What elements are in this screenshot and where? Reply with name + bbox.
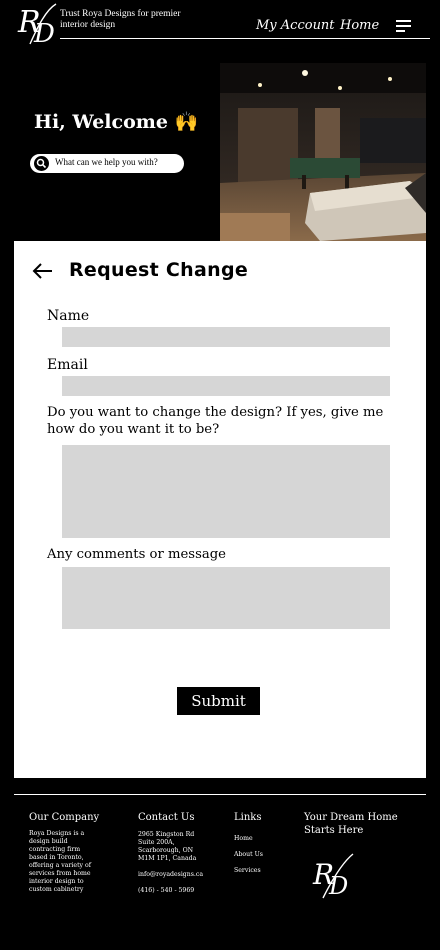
email-field[interactable] <box>62 376 390 396</box>
footer-contact-address: 2965 Kingston Rd Suite 200A, Scarborough, … <box>138 831 197 862</box>
search-bar[interactable]: What can we help you with? <box>30 154 184 173</box>
email-label: Email <box>47 357 88 373</box>
footer-links-heading: Links <box>234 812 262 823</box>
header-divider <box>60 38 430 39</box>
design-change-textarea[interactable] <box>62 445 390 538</box>
footer-dream-line2: Starts Here <box>304 825 364 836</box>
footer-company-heading: Our Company <box>29 812 100 823</box>
footer-contact-email[interactable]: info@royadesigns.ca <box>138 871 203 879</box>
name-label: Name <box>47 308 90 324</box>
footer-company-text: Roya Designs is a design build contracting… <box>29 830 92 893</box>
nav-home-link[interactable]: Home <box>340 18 379 33</box>
brand-logo[interactable]: R D <box>16 2 62 49</box>
footer-link-about-us[interactable]: About Us <box>234 851 263 859</box>
basement-interior-photo <box>220 63 426 241</box>
nav-my-account-link[interactable]: My Account <box>256 18 335 33</box>
design-change-label-line1: Do you want to change the design? If yes… <box>47 405 384 420</box>
search-icon <box>34 156 49 171</box>
footer-brand-logo: R D <box>311 852 357 900</box>
request-change-card: Request Change Name Email Do you want to… <box>14 241 426 778</box>
name-field[interactable] <box>62 327 390 347</box>
footer-divider <box>14 794 426 795</box>
welcome-heading: Hi, Welcome 🙌 <box>34 111 199 133</box>
svg-text:D: D <box>328 872 348 900</box>
page-title: Request Change <box>69 259 249 281</box>
comments-label: Any comments or message <box>47 547 226 562</box>
footer-dream-line1: Your Dream Home <box>304 812 398 823</box>
submit-button[interactable]: Submit <box>177 687 260 715</box>
footer-contact-phone[interactable]: (416) - 540 - 5969 <box>138 887 194 895</box>
search-input[interactable]: What can we help you with? <box>55 157 158 167</box>
brand-tagline: Trust Roya Designs for premier interior … <box>60 9 181 30</box>
back-arrow-icon[interactable] <box>31 262 53 280</box>
svg-text:D: D <box>33 19 55 46</box>
comments-textarea[interactable] <box>62 567 390 629</box>
footer-contact-heading: Contact Us <box>138 812 195 823</box>
hamburger-menu-icon[interactable] <box>396 20 411 33</box>
footer-link-home[interactable]: Home <box>234 835 253 843</box>
footer-link-services[interactable]: Services <box>234 867 261 875</box>
design-change-label-line2: how do you want it to be? <box>47 422 220 437</box>
